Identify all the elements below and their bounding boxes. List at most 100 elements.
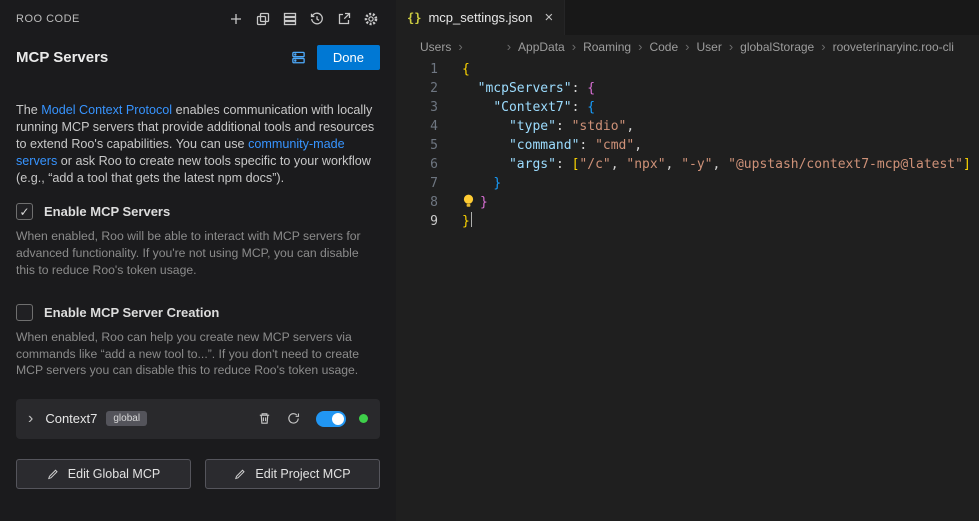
plus-icon[interactable] xyxy=(227,10,245,28)
code-line[interactable]: 3 "Context7": { xyxy=(396,98,979,117)
server-row-context7[interactable]: › Context7 global xyxy=(16,399,380,439)
mcp-server-view-icon[interactable] xyxy=(291,50,306,65)
open-external-icon[interactable] xyxy=(335,10,353,28)
breadcrumb-segment[interactable]: User xyxy=(696,40,721,54)
code-line[interactable]: 8} xyxy=(396,193,979,212)
line-number: 3 xyxy=(396,98,438,117)
code-token: , xyxy=(666,157,682,172)
json-braces-icon: {} xyxy=(407,11,421,25)
code-token xyxy=(462,138,509,153)
code-token: "npx" xyxy=(626,157,665,172)
code-token: { xyxy=(587,81,595,96)
setting-description: When enabled, Roo can help you create ne… xyxy=(16,329,380,379)
breadcrumb-separator: › xyxy=(821,39,825,54)
breadcrumb-separator: › xyxy=(572,39,576,54)
code-token: "args" xyxy=(509,157,556,172)
edit-project-mcp-button[interactable]: Edit Project MCP xyxy=(205,459,380,489)
mcp-footer-buttons: Edit Global MCP Edit Project MCP xyxy=(16,459,380,489)
code-line[interactable]: 1{ xyxy=(396,60,979,79)
code-token: : xyxy=(572,100,588,115)
trash-icon[interactable] xyxy=(257,411,272,426)
enable-mcp-servers-checkbox-row[interactable]: ✓ Enable MCP Servers xyxy=(16,203,380,220)
checkbox-label: Enable MCP Server Creation xyxy=(44,305,219,320)
roo-code-panel: ROO CODE MCP Servers xyxy=(0,0,396,521)
code-token: ] xyxy=(963,157,971,172)
panel-toolbar xyxy=(227,10,380,28)
code-line[interactable]: 5 "command": "cmd", xyxy=(396,136,979,155)
pencil-icon xyxy=(234,467,247,480)
edit-global-mcp-button[interactable]: Edit Global MCP xyxy=(16,459,191,489)
line-number: 1 xyxy=(396,60,438,79)
breadcrumb-segment[interactable]: globalStorage xyxy=(740,40,814,54)
code-token: } xyxy=(493,176,501,191)
line-number: 8 xyxy=(396,193,438,212)
code-editor[interactable]: 1{2 "mcpServers": {3 "Context7": {4 "typ… xyxy=(396,58,979,521)
code-line[interactable]: 7 } xyxy=(396,174,979,193)
code-token: } xyxy=(462,214,470,229)
code-line[interactable]: 4 "type": "stdio", xyxy=(396,117,979,136)
code-token xyxy=(462,157,509,172)
breadcrumb-separator: › xyxy=(685,39,689,54)
done-button[interactable]: Done xyxy=(317,45,380,70)
setting-description: When enabled, Roo will be able to intera… xyxy=(16,228,380,278)
text-cursor xyxy=(471,212,473,227)
server-name: Context7 xyxy=(45,411,97,426)
vscode-window: ROO CODE MCP Servers xyxy=(0,0,979,521)
editor-area: {} mcp_settings.json × Users › › AppData › Ro… xyxy=(396,0,979,521)
breadcrumb-segment[interactable]: AppData xyxy=(518,40,565,54)
code-token: , xyxy=(713,157,729,172)
tab-bar: {} mcp_settings.json × xyxy=(396,0,979,35)
checkbox-icon[interactable]: ✓ xyxy=(16,203,33,220)
tab-mcp-settings-json[interactable]: {} mcp_settings.json × xyxy=(396,0,565,35)
enable-mcp-server-creation-checkbox-row[interactable]: Enable MCP Server Creation xyxy=(16,304,380,321)
tab-title: mcp_settings.json xyxy=(428,10,532,25)
code-token: } xyxy=(480,195,488,210)
enable-mcp-server-creation-section: Enable MCP Server Creation When enabled,… xyxy=(16,304,380,379)
code-token xyxy=(462,81,478,96)
code-token: "@upstash/context7-mcp@latest" xyxy=(728,157,963,172)
code-token xyxy=(462,100,493,115)
button-label: Edit Global MCP xyxy=(68,467,160,481)
code-token: { xyxy=(462,62,470,77)
code-token: "/c" xyxy=(579,157,610,172)
code-line[interactable]: 9} xyxy=(396,212,979,231)
breadcrumb-segment[interactable]: rooveterinaryinc.roo-cli xyxy=(833,40,954,54)
checkbox-label: Enable MCP Servers xyxy=(44,204,170,219)
breadcrumb-segment[interactable]: Code xyxy=(649,40,678,54)
chevron-right-icon[interactable]: › xyxy=(28,411,33,427)
status-dot xyxy=(359,414,368,423)
toggle-knob xyxy=(332,413,344,425)
code-token: "cmd" xyxy=(595,138,634,153)
breadcrumb: Users››AppData›Roaming›Code›User›globalS… xyxy=(396,35,979,58)
code-line[interactable]: 6 "args": ["/c", "npx", "-y", "@upstash/… xyxy=(396,155,979,174)
code-token: : xyxy=(556,157,572,172)
enable-mcp-servers-section: ✓ Enable MCP Servers When enabled, Roo w… xyxy=(16,203,380,278)
model-context-protocol-link[interactable]: Model Context Protocol xyxy=(41,103,172,117)
history-icon[interactable] xyxy=(308,10,326,28)
refresh-icon[interactable] xyxy=(286,411,301,426)
intro-text-segment: The xyxy=(16,103,41,117)
gear-icon[interactable] xyxy=(362,10,380,28)
copy-icon[interactable] xyxy=(254,10,272,28)
server-icon[interactable] xyxy=(281,10,299,28)
breadcrumb-segment[interactable]: Users xyxy=(420,40,451,54)
code-token: "-y" xyxy=(681,157,712,172)
code-token: "mcpServers" xyxy=(478,81,572,96)
toggle-switch[interactable] xyxy=(316,411,346,427)
button-label: Edit Project MCP xyxy=(255,467,350,481)
intro-text-segment: or ask Roo to create new tools specific … xyxy=(16,154,371,185)
close-icon[interactable]: × xyxy=(545,10,554,25)
code-token: : xyxy=(572,81,588,96)
breadcrumb-segment[interactable]: Roaming xyxy=(583,40,631,54)
code-token: , xyxy=(626,119,634,134)
code-line[interactable]: 2 "mcpServers": { xyxy=(396,79,979,98)
code-token xyxy=(462,119,509,134)
code-token xyxy=(462,176,493,191)
code-token: : xyxy=(556,119,572,134)
code-token: { xyxy=(587,100,595,115)
line-number: 2 xyxy=(396,79,438,98)
line-number: 4 xyxy=(396,117,438,136)
scope-badge: global xyxy=(106,411,147,426)
roo-code-title: ROO CODE xyxy=(16,13,80,25)
checkbox-icon[interactable] xyxy=(16,304,33,321)
